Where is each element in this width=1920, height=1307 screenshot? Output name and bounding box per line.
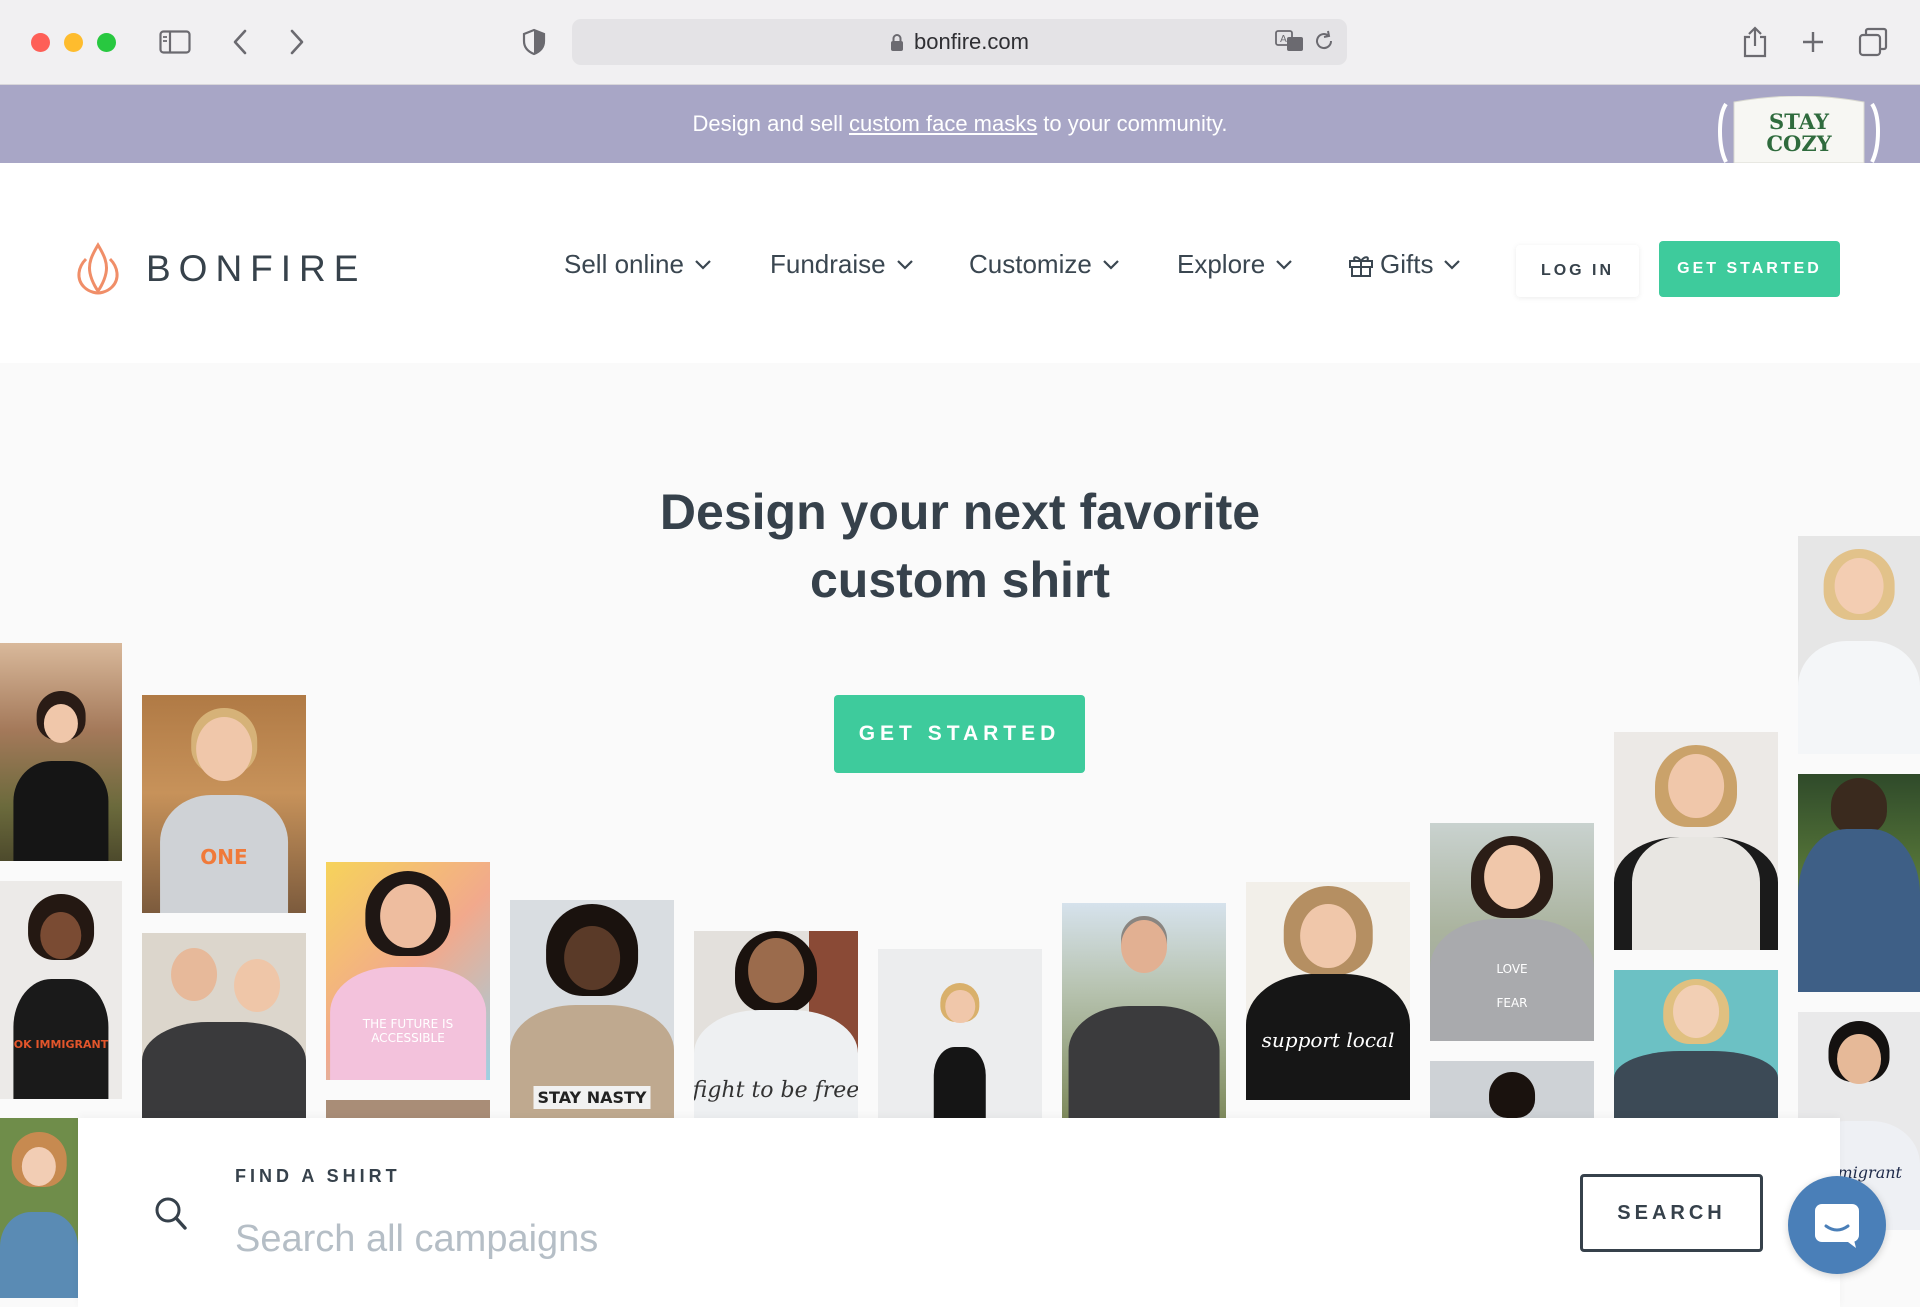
search-button[interactable]: SEARCH (1580, 1174, 1763, 1252)
photo-woman-books (1614, 732, 1778, 950)
nav-fundraise[interactable]: Fundraise (770, 249, 914, 280)
photo-woman-pink-sweatshirt: THE FUTURE IS ACCESSIBLE (326, 862, 490, 1080)
photo-couple-sweatshirts (142, 933, 306, 1118)
chevron-down-icon (896, 259, 913, 270)
photo-woman-stay-nasty: STAY NASTY (510, 900, 674, 1118)
nav-label: Fundraise (770, 249, 886, 279)
custom-face-masks-link[interactable]: custom face masks (849, 111, 1037, 137)
reload-icon[interactable] (1313, 29, 1335, 53)
gift-icon (1349, 255, 1373, 277)
minimize-window-button[interactable] (64, 33, 83, 52)
log-in-button[interactable]: LOG IN (1516, 245, 1639, 297)
url-text: bonfire.com (914, 29, 1029, 54)
nav-label: Customize (969, 249, 1092, 279)
chevron-down-icon (1276, 259, 1292, 270)
back-icon[interactable] (218, 20, 262, 64)
nav-explore[interactable]: Explore (1177, 249, 1293, 280)
page: bonfire.com A Design and sell custom fac… (0, 0, 1920, 1307)
tab-overview-icon[interactable] (1851, 20, 1895, 64)
svg-text:COZY: COZY (1766, 131, 1832, 156)
face-mask-image: STAY COZY (1718, 96, 1880, 163)
flame-logo-icon (77, 242, 119, 295)
sidebar-toggle-icon[interactable] (153, 20, 197, 64)
new-tab-icon[interactable] (1791, 20, 1835, 64)
hero-title-line-1: Design your next favorite (659, 484, 1261, 540)
nav-customize[interactable]: Customize (969, 249, 1120, 280)
search-icon (155, 1197, 187, 1230)
promo-banner: Design and sell custom face masks to you… (0, 85, 1920, 163)
photo-woman-canyon (0, 643, 122, 861)
find-a-shirt-label: FIND A SHIRT (235, 1166, 401, 1186)
promo-suffix: to your community. (1043, 111, 1228, 136)
shield-privacy-icon[interactable] (512, 20, 556, 64)
photo-man-back (1798, 774, 1920, 992)
chevron-down-icon (1103, 259, 1119, 270)
nav-label: Explore (1177, 249, 1266, 279)
photo-woman-love-fear: LOVE FEAR (1430, 823, 1594, 1041)
promo-prefix: Design and sell (692, 111, 843, 136)
chevron-down-icon (695, 259, 711, 270)
chevron-down-icon (1444, 259, 1461, 270)
chat-support-button[interactable] (1788, 1176, 1886, 1274)
hero-title: Design your next favorite custom shirt (560, 478, 1360, 614)
site-header: BONFIRE Sell online Fundraise Customize … (0, 163, 1920, 363)
nav-label: Sell online (564, 249, 684, 279)
campaign-search-input[interactable] (235, 1214, 1135, 1264)
photo-group-women (1614, 970, 1778, 1118)
translate-icon[interactable]: A (1275, 29, 1305, 53)
nav-label: Gifts (1380, 249, 1434, 279)
photo-partial (326, 1100, 490, 1118)
photo-man-outdoors (1062, 903, 1226, 1118)
photo-girl-dog (0, 1118, 78, 1298)
campaign-search-bar: FIND A SHIRT SEARCH (78, 1118, 1840, 1307)
share-icon[interactable] (1733, 20, 1777, 64)
forward-icon[interactable] (275, 20, 319, 64)
zoom-window-button[interactable] (97, 33, 116, 52)
hero-title-line-2: custom shirt (809, 552, 1111, 608)
close-window-button[interactable] (31, 33, 50, 52)
photo-woman-smiling (1798, 536, 1920, 754)
photo-woman-black-sweatshirt (878, 949, 1042, 1118)
nav-sell-online[interactable]: Sell online (564, 249, 712, 280)
photo-partial-bottom (1430, 1061, 1594, 1118)
logo-text: BONFIRE (146, 248, 367, 289)
svg-text:A: A (1280, 34, 1287, 45)
address-bar[interactable]: bonfire.com A (572, 19, 1347, 65)
chat-bubble-icon (1815, 1204, 1859, 1248)
hero-get-started-button[interactable]: GET STARTED (834, 695, 1085, 773)
nav-gifts[interactable]: Gifts (1348, 249, 1461, 280)
photo-woman-one-raglan: ONE (142, 695, 306, 913)
bonfire-logo[interactable]: BONFIRE (74, 241, 366, 297)
browser-toolbar: bonfire.com A (0, 0, 1920, 85)
header-get-started-button[interactable]: GET STARTED (1659, 241, 1840, 297)
photo-woman-ok-immigrant: OK IMMIGRANT (0, 881, 122, 1099)
lock-icon (891, 33, 904, 51)
photo-fight-to-be-free: fight to be free (694, 931, 858, 1118)
photo-support-local: support local (1246, 882, 1410, 1100)
